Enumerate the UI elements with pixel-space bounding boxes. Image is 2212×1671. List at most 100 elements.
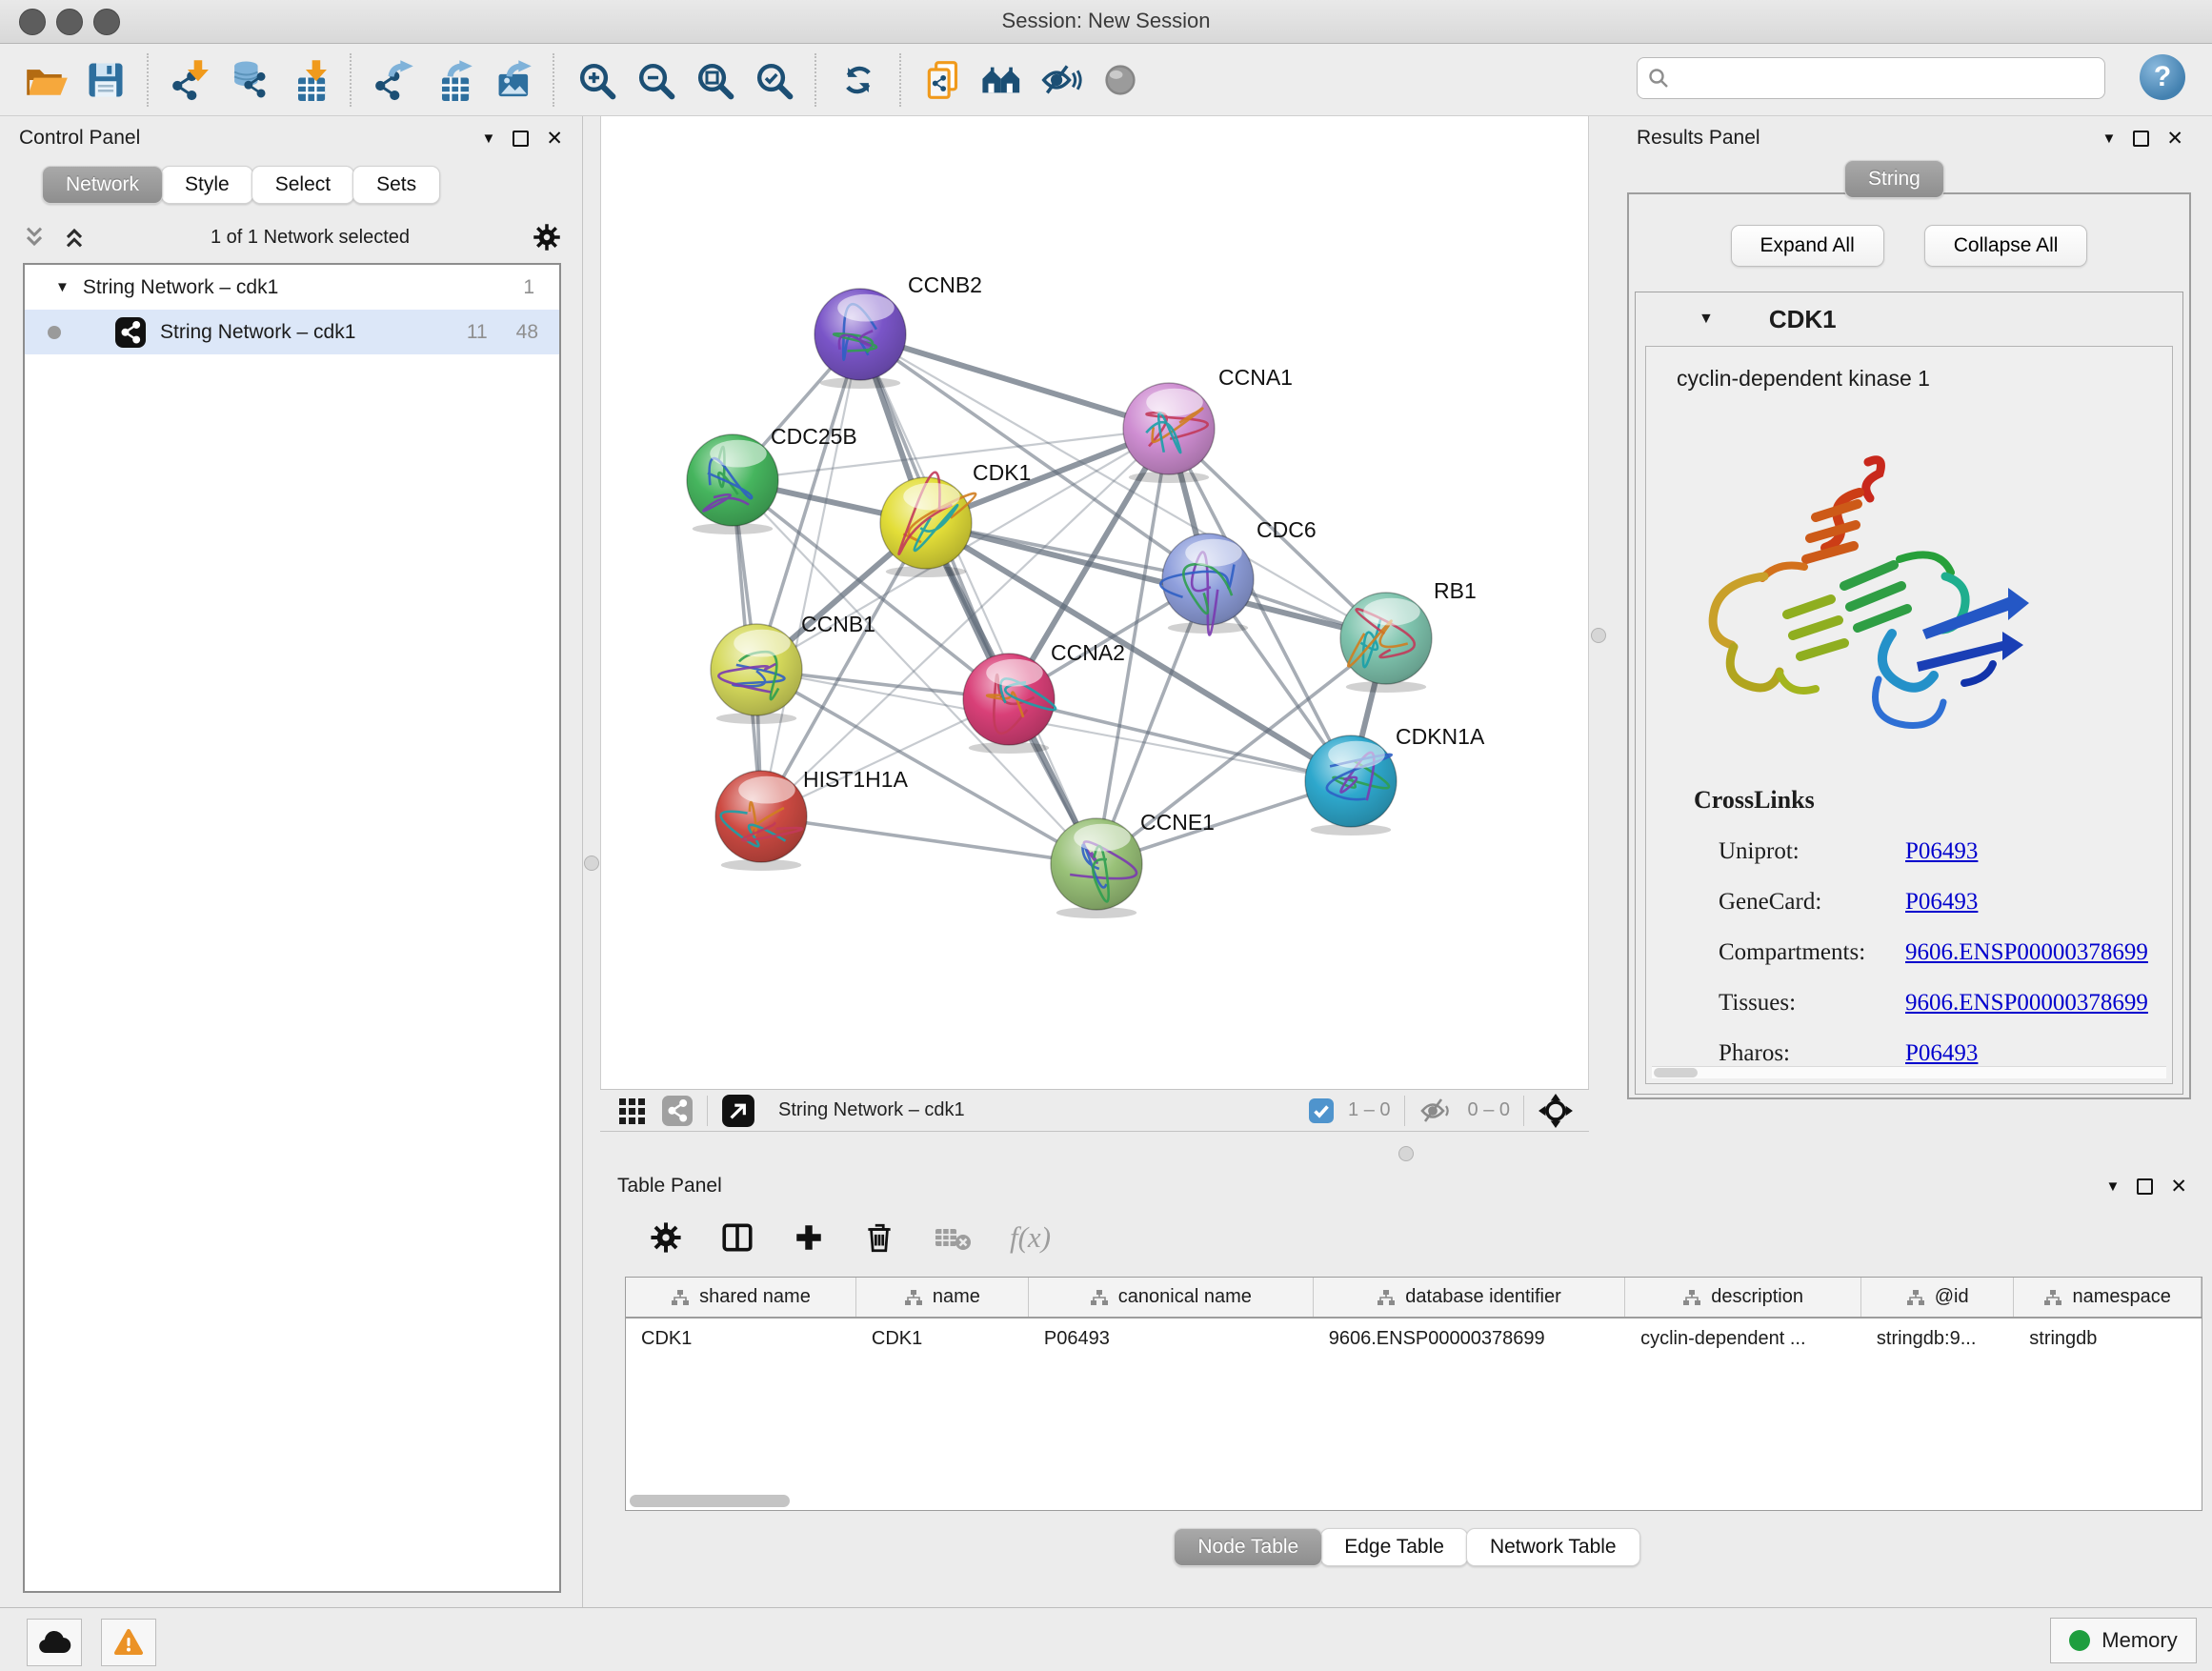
zoom-in-icon[interactable] bbox=[572, 55, 621, 105]
gear-icon[interactable] bbox=[533, 223, 561, 252]
expand-all-icon[interactable] bbox=[61, 224, 88, 251]
column-header-@id[interactable]: @id bbox=[1861, 1278, 2014, 1317]
hide-panel-icon[interactable] bbox=[1036, 55, 1086, 105]
table-cell[interactable]: 9606.ENSP00000378699 bbox=[1314, 1328, 1625, 1350]
table-cell[interactable]: cyclin-dependent ... bbox=[1625, 1328, 1861, 1350]
tab-network[interactable]: Network bbox=[42, 166, 163, 204]
crosslink-link[interactable]: P06493 bbox=[1905, 889, 1978, 915]
table-cell[interactable]: CDK1 bbox=[626, 1328, 856, 1350]
network-row[interactable]: String Network – cdk1 11 48 bbox=[25, 310, 559, 354]
panel-float-icon[interactable] bbox=[2137, 1178, 2153, 1195]
network-node-CDK1[interactable]: CDK1 bbox=[880, 460, 1031, 577]
column-header-description[interactable]: description bbox=[1625, 1278, 1861, 1317]
table-plus-icon[interactable] bbox=[793, 1221, 825, 1254]
column-header-canonical-name[interactable]: canonical name bbox=[1029, 1278, 1314, 1317]
network-edge-CDK1-RB1[interactable] bbox=[926, 523, 1386, 638]
show-panel-icon[interactable] bbox=[1096, 55, 1145, 105]
zoom-out-icon[interactable] bbox=[631, 55, 680, 105]
column-header-database-identifier[interactable]: database identifier bbox=[1314, 1278, 1625, 1317]
crosslink-link[interactable]: P06493 bbox=[1905, 1040, 1978, 1066]
warnings-button[interactable] bbox=[101, 1619, 156, 1666]
table-cell[interactable]: stringdb bbox=[2014, 1328, 2202, 1350]
column-header-namespace[interactable]: namespace bbox=[2014, 1278, 2202, 1317]
hidden-eye-icon[interactable] bbox=[1418, 1096, 1455, 1126]
table-cell[interactable]: stringdb:9... bbox=[1861, 1328, 2014, 1350]
panel-close-icon[interactable]: ✕ bbox=[2170, 1177, 2187, 1197]
crosslink-link[interactable]: 9606.ENSP00000378699 bbox=[1905, 939, 2148, 965]
network-edge-CCNB2-HIST1H1A[interactable] bbox=[761, 334, 860, 816]
panel-menu-icon[interactable]: ▼ bbox=[2106, 1178, 2121, 1195]
splitter-handle[interactable] bbox=[584, 856, 599, 871]
export-image-icon[interactable] bbox=[487, 55, 536, 105]
tab-node-table[interactable]: Node Table bbox=[1174, 1528, 1322, 1566]
crosslink-link[interactable]: P06493 bbox=[1905, 838, 1978, 864]
network-canvas[interactable]: CCNB2CCNA1CDC25BCDK1CDC6RB1CCNB1CCNA2CDK… bbox=[600, 116, 1589, 1089]
collapse-all-icon[interactable] bbox=[21, 224, 48, 251]
table-hscrollbar[interactable] bbox=[630, 1495, 2198, 1508]
network-collection-row[interactable]: ▼ String Network – cdk1 1 bbox=[25, 265, 559, 310]
panel-close-icon[interactable]: ✕ bbox=[546, 129, 563, 149]
open-docs-icon[interactable] bbox=[918, 55, 968, 105]
table-row[interactable]: CDK1CDK1P064939606.ENSP00000378699cyclin… bbox=[626, 1319, 2202, 1359]
tab-string[interactable]: String bbox=[1844, 160, 1944, 198]
tree-expander-icon[interactable]: ▼ bbox=[55, 279, 70, 295]
home-multiple-icon[interactable] bbox=[977, 55, 1027, 105]
tab-style[interactable]: Style bbox=[161, 166, 253, 204]
crosslink-link[interactable]: 9606.ENSP00000378699 bbox=[1905, 990, 2148, 1016]
network-node-CCNB1[interactable]: CCNB1 bbox=[711, 612, 875, 724]
splitter-handle[interactable] bbox=[1591, 628, 1606, 643]
table-trash-icon[interactable] bbox=[863, 1220, 895, 1255]
tab-network-table[interactable]: Network Table bbox=[1466, 1528, 1640, 1566]
cloud-button[interactable] bbox=[27, 1619, 82, 1666]
table-cell[interactable]: P06493 bbox=[1029, 1328, 1314, 1350]
panel-float-icon[interactable] bbox=[2133, 131, 2149, 147]
tab-edge-table[interactable]: Edge Table bbox=[1320, 1528, 1468, 1566]
import-database-icon[interactable] bbox=[225, 55, 274, 105]
network-node-HIST1H1A[interactable]: HIST1H1A bbox=[715, 767, 909, 871]
network-node-CDKN1A[interactable]: CDKN1A bbox=[1305, 724, 1485, 836]
open-session-icon[interactable] bbox=[22, 55, 71, 105]
network-node-CCNB2[interactable]: CCNB2 bbox=[814, 272, 982, 389]
help-button[interactable]: ? bbox=[2140, 54, 2185, 100]
import-network-icon[interactable] bbox=[166, 55, 215, 105]
save-session-icon[interactable] bbox=[81, 55, 131, 105]
column-type-icon bbox=[904, 1289, 923, 1306]
panel-menu-icon[interactable]: ▼ bbox=[2102, 131, 2117, 147]
memory-button[interactable]: Memory bbox=[2050, 1618, 2197, 1663]
card-expander-icon[interactable]: ▼ bbox=[1699, 311, 1714, 328]
table-gear-icon[interactable] bbox=[650, 1221, 682, 1254]
table-cell[interactable]: CDK1 bbox=[856, 1328, 1029, 1350]
share-view-icon[interactable] bbox=[661, 1095, 694, 1127]
results-scrollbar[interactable] bbox=[1652, 1066, 2166, 1078]
refresh-icon[interactable] bbox=[834, 55, 883, 105]
network-edge-HIST1H1A-CCNE1[interactable] bbox=[761, 816, 1096, 864]
selected-checkbox-icon[interactable] bbox=[1308, 1097, 1335, 1124]
zoom-fit-icon[interactable] bbox=[690, 55, 739, 105]
network-node-CDC25B[interactable]: CDC25B bbox=[687, 424, 857, 534]
panel-float-icon[interactable] bbox=[513, 131, 529, 147]
panel-menu-icon[interactable]: ▼ bbox=[482, 131, 496, 147]
export-network-icon[interactable] bbox=[369, 55, 418, 105]
export-table-icon[interactable] bbox=[428, 55, 477, 105]
search-input[interactable] bbox=[1678, 67, 2104, 91]
grid-mode-icon[interactable] bbox=[615, 1095, 648, 1127]
tab-select[interactable]: Select bbox=[251, 166, 354, 204]
toolbar-separator bbox=[350, 53, 352, 107]
network-edge-CCNB2-CCNA1[interactable] bbox=[860, 334, 1169, 429]
crosshair-move-icon[interactable] bbox=[1538, 1093, 1574, 1129]
current-network-name: String Network – cdk1 bbox=[778, 1099, 965, 1121]
network-node-CCNE1[interactable]: CCNE1 bbox=[1051, 810, 1215, 918]
column-header-shared-name[interactable]: shared name bbox=[626, 1278, 856, 1317]
expand-all-button[interactable]: Expand All bbox=[1731, 225, 1884, 267]
import-table-icon[interactable] bbox=[284, 55, 333, 105]
splitter-handle[interactable] bbox=[1398, 1146, 1414, 1161]
tab-sets[interactable]: Sets bbox=[352, 166, 440, 204]
network-node-RB1[interactable]: RB1 bbox=[1340, 578, 1477, 693]
open-in-window-icon[interactable] bbox=[721, 1094, 755, 1128]
collapse-all-button[interactable]: Collapse All bbox=[1924, 225, 2088, 267]
column-header-name[interactable]: name bbox=[856, 1278, 1029, 1317]
panel-close-icon[interactable]: ✕ bbox=[2166, 129, 2183, 149]
search-box[interactable] bbox=[1637, 57, 2105, 99]
zoom-selected-icon[interactable] bbox=[749, 55, 798, 105]
table-columns-icon[interactable] bbox=[720, 1221, 754, 1254]
